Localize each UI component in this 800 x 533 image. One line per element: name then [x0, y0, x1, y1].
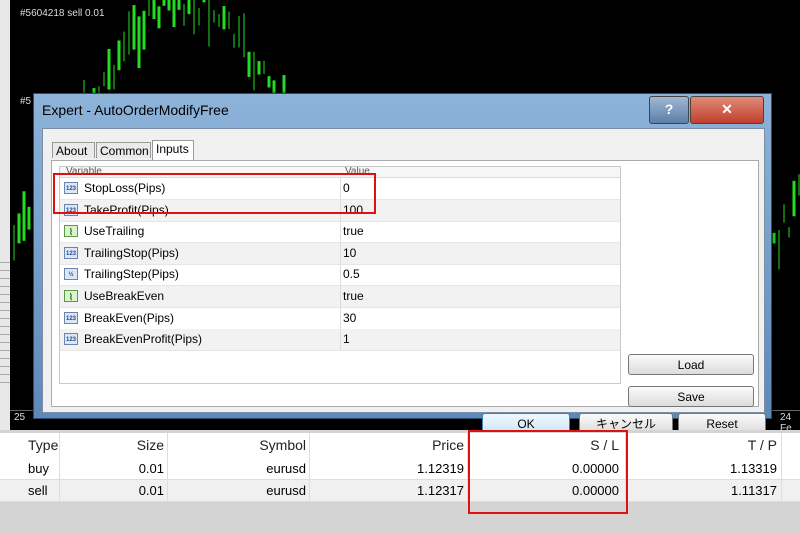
input-row[interactable]: ⌇ UseTrailing true — [60, 221, 620, 244]
variable-value[interactable]: 0.5 — [343, 267, 360, 281]
dialog-body: About Common Inputs Variable Value 123 St… — [42, 128, 766, 434]
variable-name: BreakEvenProfit(Pips) — [84, 332, 203, 347]
dialog-title: Expert - AutoOrderModifyFree — [42, 102, 229, 118]
variable-name: UseBreakEven — [84, 289, 165, 303]
cell-symbol: eurusd — [168, 480, 310, 501]
col-type[interactable]: Type — [0, 433, 60, 458]
cell-extra — [782, 458, 800, 479]
input-row[interactable]: 123 TakeProfit(Pips) 100 — [60, 199, 620, 222]
col-sl[interactable]: S / L — [468, 433, 626, 458]
integer-type-icon: 123 — [64, 333, 78, 346]
cell-sl: 0.00000 — [468, 458, 626, 479]
variable-name: StopLoss(Pips) — [84, 181, 166, 195]
tab-inputs[interactable]: Inputs — [152, 140, 194, 160]
cell-size: 0.01 — [60, 458, 168, 479]
integer-type-icon: 123 — [64, 182, 78, 194]
cell-symbol: eurusd — [168, 458, 310, 479]
header-variable[interactable]: Variable — [66, 167, 102, 177]
table-row[interactable]: buy 0.01 eurusd 1.12319 0.00000 1.13319 — [0, 458, 800, 480]
inputs-grid: Variable Value 123 StopLoss(Pips) 0 123 Take… — [59, 166, 621, 384]
cell-tp: 1.11317 — [626, 480, 782, 501]
col-size[interactable]: Size — [60, 433, 168, 458]
boolean-type-icon: ⌇ — [64, 225, 78, 238]
input-row[interactable]: ½ TrailingStep(Pips) 0.5 — [60, 264, 620, 287]
cell-price: 1.12319 — [310, 458, 468, 479]
cell-type: sell — [0, 480, 60, 501]
cell-price: 1.12317 — [310, 480, 468, 501]
tab-about[interactable]: About — [52, 142, 95, 158]
variable-name: TakeProfit(Pips) — [84, 202, 169, 217]
integer-type-icon: 123 — [64, 246, 78, 259]
variable-name: BreakEven(Pips) — [84, 310, 175, 325]
input-row[interactable]: 123 BreakEven(Pips) 30 — [60, 307, 620, 330]
integer-type-icon: 123 — [64, 203, 78, 216]
order-line-label-2: #5 — [20, 96, 32, 107]
tab-common[interactable]: Common — [96, 142, 151, 158]
col-symbol[interactable]: Symbol — [168, 433, 310, 458]
table-row[interactable]: sell 0.01 eurusd 1.12317 0.00000 1.11317 — [0, 480, 800, 502]
col-tp[interactable]: T / P — [626, 433, 782, 458]
input-row[interactable]: 123 TrailingStop(Pips) 10 — [60, 242, 620, 265]
input-row[interactable]: 123 BreakEvenProfit(Pips) 1 — [60, 329, 620, 352]
cell-type: buy — [0, 458, 60, 479]
cell-size: 0.01 — [60, 480, 168, 501]
variable-name: TrailingStep(Pips) — [84, 267, 179, 282]
grid-header: Variable Value — [60, 167, 620, 178]
input-row[interactable]: 123 StopLoss(Pips) 0 — [60, 178, 620, 200]
variable-value[interactable]: 1 — [343, 332, 350, 346]
col-extra — [782, 433, 800, 458]
input-row[interactable]: ⌇ UseBreakEven true — [60, 286, 620, 308]
double-type-icon: ½ — [64, 268, 78, 281]
integer-type-icon: 123 — [64, 311, 78, 324]
variable-value[interactable]: 100 — [343, 203, 363, 217]
variable-value[interactable]: 0 — [343, 181, 350, 195]
load-button[interactable]: Load — [628, 354, 754, 375]
help-button[interactable]: ? — [649, 96, 689, 124]
variable-value[interactable]: 30 — [343, 311, 356, 325]
inputs-panel: Variable Value 123 StopLoss(Pips) 0 123 Take… — [51, 160, 766, 434]
cell-extra — [782, 480, 800, 501]
col-price[interactable]: Price — [310, 433, 468, 458]
cell-sl: 0.00000 — [468, 480, 626, 501]
trade-terminal: Type Size Symbol Price S / L T / P buy 0… — [0, 430, 800, 533]
variable-value[interactable]: 10 — [343, 246, 356, 260]
chart-left-scale — [0, 0, 10, 430]
header-value[interactable]: Value — [345, 167, 370, 177]
time-axis-label-left: 25 — [14, 412, 26, 423]
order-line-label: #5604218 sell 0.01 — [20, 8, 105, 19]
close-button[interactable]: ✕ — [690, 96, 764, 124]
cell-tp: 1.13319 — [626, 458, 782, 479]
time-axis-label-right: 24 Fe — [780, 412, 792, 430]
boolean-type-icon: ⌇ — [64, 290, 78, 302]
variable-name: UseTrailing — [84, 224, 145, 239]
expert-dialog: Expert - AutoOrderModifyFree ? ✕ About C… — [33, 93, 772, 434]
variable-value[interactable]: true — [343, 224, 364, 238]
variable-value[interactable]: true — [343, 289, 364, 303]
trade-table-header: Type Size Symbol Price S / L T / P — [0, 433, 800, 459]
save-button[interactable]: Save — [628, 386, 754, 407]
variable-name: TrailingStop(Pips) — [84, 245, 179, 260]
